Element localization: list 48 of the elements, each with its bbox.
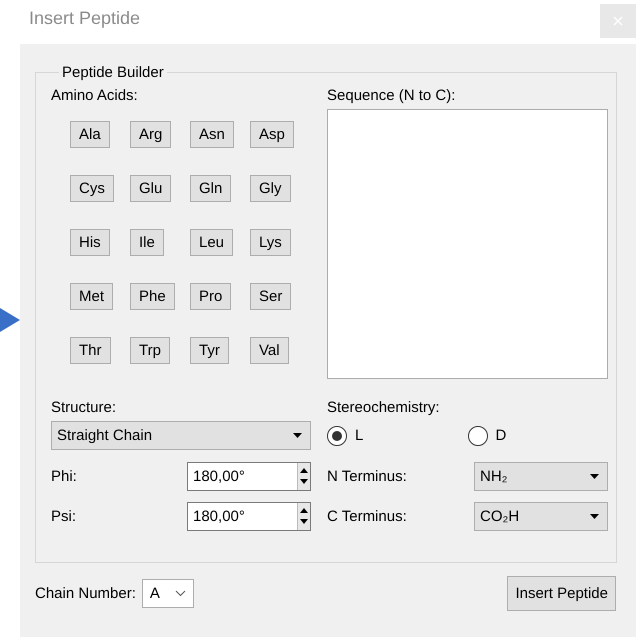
amino-acid-button[interactable]: Gln xyxy=(190,175,232,202)
amino-acid-button[interactable]: Ile xyxy=(130,229,164,256)
amino-acid-button[interactable]: His xyxy=(70,229,110,256)
chevron-down-icon xyxy=(174,590,186,597)
radio-button[interactable] xyxy=(468,426,488,446)
amino-acid-button[interactable]: Trp xyxy=(130,337,170,364)
terminus-label: C Terminus: xyxy=(327,508,407,524)
amino-acid-button[interactable]: Thr xyxy=(70,337,110,364)
amino-acid-button[interactable]: Val xyxy=(250,337,289,364)
insert-peptide-button[interactable]: Insert Peptide xyxy=(507,576,616,611)
amino-acid-button[interactable]: Lys xyxy=(250,229,291,256)
amino-acid-button[interactable]: Tyr xyxy=(190,337,229,364)
radio-label: D xyxy=(496,427,506,444)
sequence-field[interactable] xyxy=(327,109,608,379)
window-title: Insert Peptide xyxy=(29,8,140,29)
terminus-dropdown[interactable]: CO₂H xyxy=(474,502,608,530)
chain-number-label: Chain Number: xyxy=(35,585,136,602)
radio-label: L xyxy=(355,427,364,444)
terminus-label: N Terminus: xyxy=(327,468,407,484)
terminus-dropdown[interactable]: NH₂ xyxy=(474,462,608,490)
amino-acid-button[interactable]: Phe xyxy=(130,283,175,310)
sequence-label: Sequence (N to C): xyxy=(327,87,456,106)
triangle-icon xyxy=(0,308,20,332)
amino-acid-button[interactable]: Met xyxy=(70,283,114,310)
amino-acid-button[interactable]: Glu xyxy=(130,175,172,202)
angle-label: Phi: xyxy=(51,468,77,484)
amino-acid-button[interactable]: Cys xyxy=(70,175,114,202)
amino-acids-label: Amino Acids: xyxy=(51,87,139,106)
amino-acid-button[interactable]: Asn xyxy=(190,121,234,148)
amino-acid-button[interactable]: Leu xyxy=(190,229,234,256)
amino-acid-button[interactable]: Ala xyxy=(70,121,110,148)
angle-spinbox[interactable]: 180,00° xyxy=(187,502,311,530)
angle-spinbox[interactable]: 180,00° xyxy=(187,462,311,490)
amino-acid-button[interactable]: Ser xyxy=(250,283,292,310)
stereochemistry-label: Stereochemistry: xyxy=(327,399,441,418)
angle-label: Psi: xyxy=(51,508,76,524)
amino-acid-button[interactable]: Gly xyxy=(250,175,290,202)
caret-icon xyxy=(293,433,302,438)
amino-acid-button[interactable]: Asp xyxy=(250,121,294,148)
radio-button[interactable] xyxy=(327,426,347,446)
caret-icon xyxy=(590,514,599,518)
group-title: Peptide Builder xyxy=(61,64,165,81)
amino-acid-button[interactable]: Arg xyxy=(130,121,172,148)
chain-number-dropdown[interactable]: A xyxy=(142,579,194,608)
structure-label: Structure: xyxy=(51,399,118,418)
structure-dropdown[interactable]: Straight Chain xyxy=(51,421,311,450)
amino-acid-button[interactable]: Pro xyxy=(190,283,232,310)
caret-icon xyxy=(590,474,599,478)
